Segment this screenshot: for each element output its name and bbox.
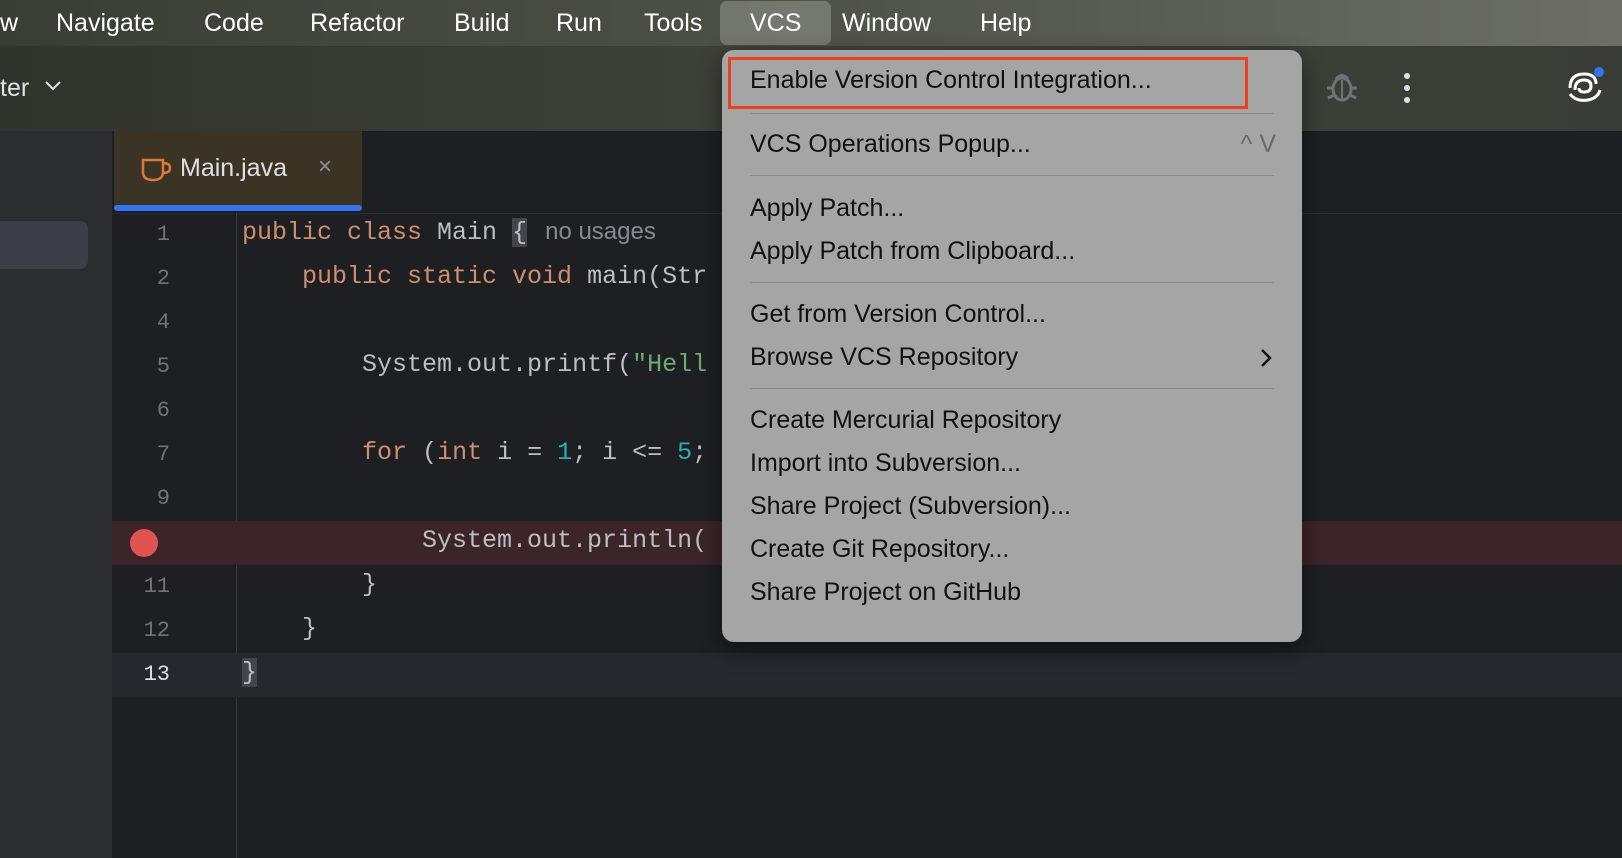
brace: } — [242, 658, 258, 687]
line-number: 11 — [143, 574, 170, 599]
menu-item-share-project-subversion[interactable]: Share Project (Subversion)... — [750, 492, 1071, 521]
vcs-menu-dropdown: Enable Version Control Integration... VC… — [722, 50, 1302, 642]
code-text: for (int i = 1; i <= 5; — [242, 438, 707, 467]
menu-item-share-on-github[interactable]: Share Project on GitHub — [750, 578, 1021, 607]
menu-help[interactable]: Help — [980, 7, 1031, 39]
menu-item-apply-patch[interactable]: Apply Patch... — [750, 194, 904, 223]
code-segment: ; i <= — [572, 438, 678, 467]
menu-item-create-mercurial-repo[interactable]: Create Mercurial Repository — [750, 406, 1061, 435]
line-number: 7 — [156, 442, 170, 467]
code-text: } — [242, 658, 258, 687]
menu-item-apply-patch-clipboard[interactable]: Apply Patch from Clipboard... — [750, 237, 1075, 266]
menu-separator — [750, 388, 1274, 389]
line-number: 6 — [156, 398, 170, 423]
line-number: 2 — [156, 266, 170, 291]
line-number: 9 — [156, 486, 170, 511]
chevron-right-icon — [1261, 349, 1272, 367]
menu-navigate[interactable]: Navigate — [56, 7, 155, 39]
shortcut-label: ^ V — [1240, 130, 1276, 158]
usage-hint[interactable]: no usages — [545, 218, 656, 245]
code-segment: i = — [482, 438, 558, 467]
number-literal: 5 — [677, 438, 693, 467]
keyword: public static void — [302, 262, 573, 291]
code-segment: } — [362, 570, 378, 599]
menu-code[interactable]: Code — [204, 7, 264, 39]
project-selector-label[interactable]: ter — [0, 74, 29, 103]
menu-window[interactable]: Window — [842, 7, 931, 39]
menu-item-enable-vcs-integration[interactable]: Enable Version Control Integration... — [750, 66, 1152, 95]
code-text: public class Main { no usages — [242, 218, 656, 247]
menu-separator — [750, 113, 1274, 114]
menu-bar: w Navigate Code Refactor Build Run Tools… — [0, 0, 1622, 46]
close-icon[interactable]: × — [318, 153, 332, 181]
code-text: public static void main(Str — [242, 262, 707, 291]
class-name: Main — [437, 218, 498, 247]
chevron-down-icon[interactable] — [44, 80, 62, 92]
code-segment: main(Str — [587, 262, 708, 291]
code-segment: ; — [692, 438, 708, 467]
debug-icon[interactable] — [1322, 66, 1362, 106]
code-text: } — [242, 570, 377, 599]
menu-view[interactable]: w — [0, 7, 18, 39]
code-text: } — [242, 614, 317, 643]
menu-refactor[interactable]: Refactor — [310, 7, 404, 39]
menu-item-browse-vcs-repository[interactable]: Browse VCS Repository — [750, 343, 1018, 372]
keyword: int — [437, 438, 483, 467]
code-text: System.out.println( — [242, 526, 707, 555]
ai-assistant-icon[interactable] — [1562, 64, 1606, 108]
line-number: 12 — [143, 618, 170, 643]
active-tab-indicator — [114, 205, 362, 211]
project-tool-window — [0, 131, 112, 858]
code-segment: System.out.printf( — [362, 350, 633, 379]
line-number: 1 — [156, 222, 170, 247]
menu-vcs[interactable]: VCS — [720, 1, 832, 45]
number-literal: 1 — [557, 438, 573, 467]
line-number: 5 — [156, 354, 170, 379]
line-number: 4 — [156, 310, 170, 335]
menu-separator — [750, 175, 1274, 176]
more-options-icon[interactable] — [1400, 68, 1414, 108]
menu-build[interactable]: Build — [454, 7, 510, 39]
brace: { — [512, 218, 528, 247]
code-segment: } — [302, 614, 318, 643]
code-text: System.out.printf("Hell — [242, 350, 707, 379]
tab-main-java[interactable]: Main.java × — [114, 131, 362, 207]
menu-item-get-from-vcs[interactable]: Get from Version Control... — [750, 300, 1046, 329]
tab-label: Main.java — [180, 154, 287, 182]
breakpoint-icon[interactable] — [130, 529, 158, 557]
menu-separator — [750, 282, 1274, 283]
menu-item-import-subversion[interactable]: Import into Subversion... — [750, 449, 1021, 478]
java-cup-icon — [141, 158, 172, 182]
menu-item-vcs-operations-popup[interactable]: VCS Operations Popup... — [750, 130, 1031, 159]
menu-run[interactable]: Run — [556, 7, 602, 39]
menu-tools[interactable]: Tools — [644, 7, 702, 39]
selected-tree-item[interactable] — [0, 221, 88, 269]
code-segment: System.out.println( — [422, 526, 708, 555]
keyword: for — [362, 438, 408, 467]
code-line-current: 13 } — [112, 653, 1622, 697]
line-number: 13 — [143, 662, 170, 687]
menu-item-create-git-repo[interactable]: Create Git Repository... — [750, 535, 1009, 564]
keyword: public class — [242, 218, 423, 247]
code-segment: ( — [407, 438, 438, 467]
string-literal: "Hell — [632, 350, 708, 379]
